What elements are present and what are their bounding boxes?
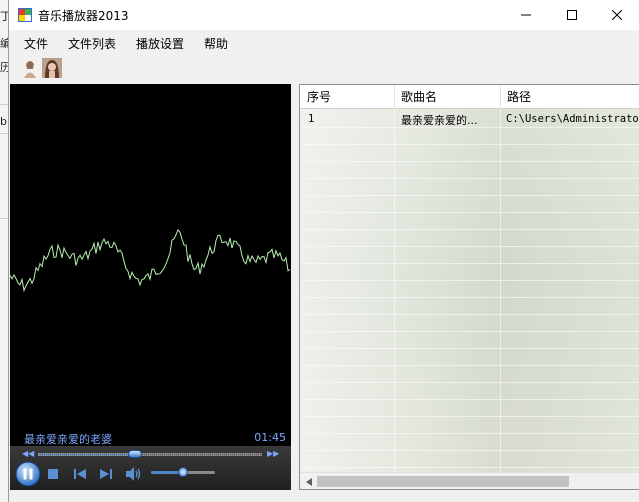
previous-button[interactable] <box>73 467 87 481</box>
row-gridline <box>300 161 639 162</box>
next-icon <box>100 469 112 479</box>
background-text-1: 丁 <box>0 10 8 23</box>
row-gridline <box>300 365 639 366</box>
row-gridline <box>300 178 639 179</box>
stop-icon <box>48 469 58 479</box>
maximize-icon <box>567 10 577 20</box>
column-header-index[interactable]: 序号 <box>300 85 395 109</box>
speaker-icon <box>126 467 141 481</box>
row-gridline <box>300 212 639 213</box>
seek-bar[interactable] <box>38 450 262 458</box>
row-gridline <box>300 331 639 332</box>
pause-icon <box>15 461 41 487</box>
minimize-button[interactable] <box>503 0 549 30</box>
menu-play-settings[interactable]: 播放设置 <box>136 35 184 52</box>
row-gridline <box>300 399 639 400</box>
playback-time: 01:45 <box>254 431 286 444</box>
toolbar <box>9 55 639 81</box>
playlist-background <box>300 109 639 473</box>
row-gridline <box>300 467 639 468</box>
background-divider <box>0 218 8 219</box>
row-gridline <box>300 297 639 298</box>
row-gridline <box>300 280 639 281</box>
scrollbar-thumb[interactable] <box>317 476 569 487</box>
row-path: C:\Users\Administrato <box>506 113 639 125</box>
row-index: 1 <box>308 113 315 125</box>
background-text-3: 历 <box>0 61 8 74</box>
row-gridline <box>300 416 639 417</box>
background-text-4: b <box>0 115 7 128</box>
app-music-icon <box>18 8 32 22</box>
row-gridline <box>300 433 639 434</box>
row-gridline <box>300 229 639 230</box>
row-gridline <box>300 314 639 315</box>
player-window: 音乐播放器2013 文件 文件列表 播放设置 帮助 最亲爱亲爱的老婆 01:45… <box>8 0 639 502</box>
playlist-listview[interactable]: 序号 歌曲名 路径 1 最亲爱亲爱的... C:\Users\Administr… <box>299 84 639 490</box>
seek-back-icon[interactable]: ◀◀ <box>22 449 34 458</box>
volume-thumb[interactable] <box>178 467 188 477</box>
row-gridline <box>300 382 639 383</box>
column-header-path[interactable]: 路径 <box>500 85 639 109</box>
seek-progress <box>39 454 136 455</box>
row-gridline <box>300 450 639 451</box>
maximize-button[interactable] <box>549 0 595 30</box>
row-gridline <box>300 263 639 264</box>
previous-icon <box>74 469 86 479</box>
waveform-visualization <box>10 228 291 293</box>
menu-file[interactable]: 文件 <box>24 35 48 52</box>
menu-file-list[interactable]: 文件列表 <box>68 35 116 52</box>
row-song-name: 最亲爱亲爱的... <box>401 114 478 127</box>
background-divider <box>0 133 8 134</box>
scroll-left-button[interactable] <box>300 473 317 489</box>
column-divider <box>394 109 395 473</box>
skin-portrait-1-icon[interactable] <box>20 58 40 78</box>
row-gridline <box>300 348 639 349</box>
volume-slider[interactable] <box>151 467 215 477</box>
window-title: 音乐播放器2013 <box>38 9 129 23</box>
now-playing-title: 最亲爱亲爱的老婆 <box>24 433 112 446</box>
column-header-song-name[interactable]: 歌曲名 <box>394 85 501 109</box>
seek-forward-icon[interactable]: ▶▶ <box>267 449 279 458</box>
seek-thumb[interactable] <box>128 450 143 458</box>
row-gridline <box>300 246 639 247</box>
title-bar[interactable]: 音乐播放器2013 <box>9 0 639 30</box>
background-text-2: 编 <box>0 37 8 50</box>
menu-help[interactable]: 帮助 <box>204 35 228 52</box>
column-divider <box>500 109 501 473</box>
next-button[interactable] <box>99 467 113 481</box>
minimize-icon <box>521 14 531 16</box>
stop-button[interactable] <box>47 468 59 480</box>
chevron-left-icon <box>305 477 312 486</box>
close-button[interactable] <box>594 0 639 30</box>
menu-bar: 文件 文件列表 播放设置 帮助 <box>9 30 639 55</box>
mute-button[interactable] <box>124 465 142 483</box>
row-gridline <box>300 144 639 145</box>
player-controls: ◀◀ ▶▶ <box>10 446 291 490</box>
background-window-edge: 丁 编 历 b <box>0 0 8 502</box>
skin-portrait-2-icon[interactable] <box>42 58 62 78</box>
close-icon <box>612 10 622 20</box>
media-player[interactable]: 最亲爱亲爱的老婆 01:45 ◀◀ ▶▶ <box>10 84 291 490</box>
row-gridline <box>300 195 639 196</box>
playlist-header: 序号 歌曲名 路径 <box>300 85 639 109</box>
pause-button[interactable] <box>15 461 41 487</box>
horizontal-scrollbar[interactable] <box>300 472 639 489</box>
background-divider <box>0 104 8 105</box>
